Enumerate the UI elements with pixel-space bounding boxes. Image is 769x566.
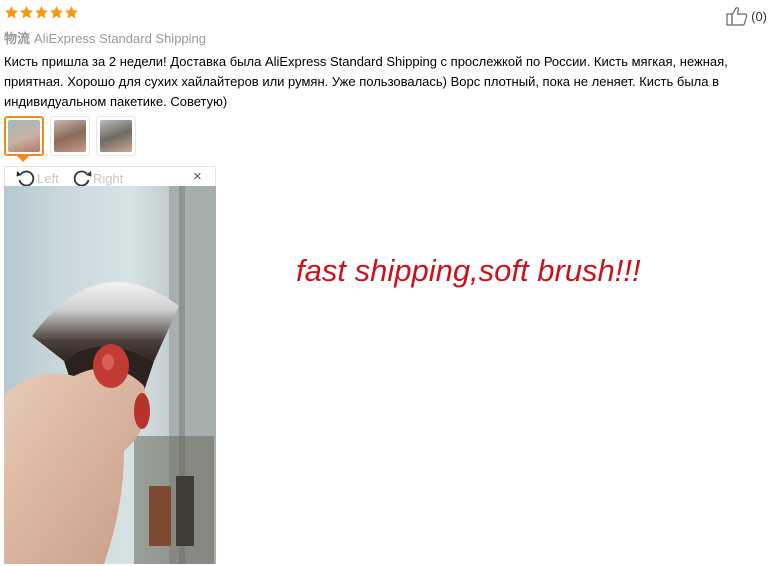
thumbnail-image: [8, 120, 40, 152]
helpful-count: (0): [751, 8, 767, 24]
close-viewer-button[interactable]: ×: [193, 169, 202, 185]
thumbnail-1[interactable]: [4, 116, 44, 156]
thumbnail-image: [100, 120, 132, 152]
rotate-left-label: Left: [37, 170, 59, 186]
selected-thumbnail-caret: [17, 156, 29, 162]
photo-thumbnails: [4, 116, 136, 156]
logistics-label: 物流: [4, 31, 31, 46]
rotate-right-label: Right: [93, 170, 124, 186]
helpful-button[interactable]: (0): [726, 6, 767, 26]
rotate-right-icon: [73, 170, 92, 187]
star-icon: [34, 5, 49, 19]
logistics-info: 物流 AliExpress Standard Shipping: [4, 28, 206, 47]
rating-stars: [4, 5, 79, 20]
promo-text: fast shipping,soft brush!!!: [296, 253, 641, 288]
thumbnail-2[interactable]: [50, 116, 90, 156]
rotate-right-button[interactable]: Right: [71, 168, 123, 188]
star-icon: [4, 5, 19, 19]
review-photo: [4, 186, 216, 564]
thumbnail-image: [54, 120, 86, 152]
thumbnail-3[interactable]: [96, 116, 136, 156]
rotate-left-button[interactable]: Left: [15, 168, 59, 188]
star-icon: [64, 5, 79, 19]
star-icon: [49, 5, 64, 19]
logistics-value: AliExpress Standard Shipping: [34, 31, 207, 46]
image-viewer-toolbar: Left Right ×: [4, 166, 216, 188]
review-text: Кисть пришла за 2 недели! Доставка была …: [4, 54, 728, 109]
star-icon: [19, 5, 34, 19]
rotate-left-icon: [16, 170, 35, 187]
thumbs-up-icon: [726, 7, 748, 26]
